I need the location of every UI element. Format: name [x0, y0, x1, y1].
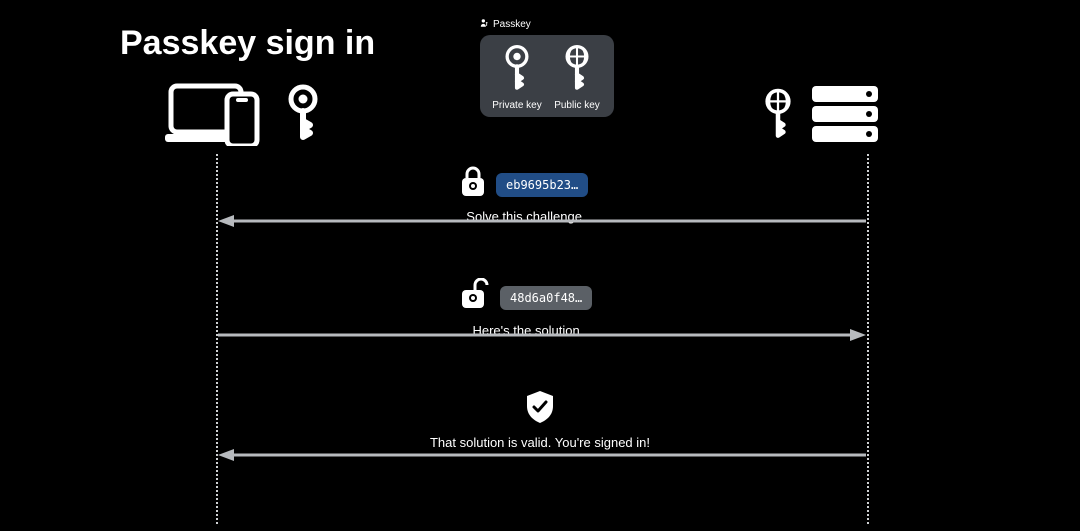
arrow-server-to-client-1: [218, 214, 866, 228]
challenge-chip: eb9695b23…: [496, 173, 588, 197]
client-cluster: [165, 80, 323, 151]
passkey-card: Private key Public key: [480, 35, 614, 117]
arrow-client-to-server: [218, 328, 866, 342]
page-title: Passkey sign in: [120, 24, 375, 63]
passkey-badge-text: Passkey: [493, 19, 531, 30]
client-private-key-icon: [283, 84, 323, 147]
passkey-badge: Passkey Private key Public key: [480, 18, 614, 117]
public-key-col: Public key: [550, 45, 604, 111]
private-key-icon: [500, 45, 534, 96]
lock-closed-icon: [460, 166, 486, 203]
solution-chip: 48d6a0f48…: [500, 286, 592, 310]
shield-check-icon: [525, 390, 555, 429]
devices-icon: [165, 80, 265, 151]
public-key-label: Public key: [554, 100, 600, 111]
server-public-key-icon: [760, 87, 796, 146]
arrow-server-to-client-2: [218, 448, 866, 462]
database-icon: [812, 86, 878, 147]
private-key-col: Private key: [490, 45, 544, 111]
passkey-badge-label: Passkey: [480, 18, 614, 31]
private-key-label: Private key: [492, 100, 541, 111]
lock-open-icon: [460, 278, 490, 317]
passkey-mini-icon: [480, 18, 490, 31]
public-key-icon: [560, 45, 594, 96]
server-cluster: [760, 86, 878, 147]
server-lifeline: [867, 154, 869, 524]
verified-exchange: That solution is valid. You're signed in…: [380, 390, 700, 450]
